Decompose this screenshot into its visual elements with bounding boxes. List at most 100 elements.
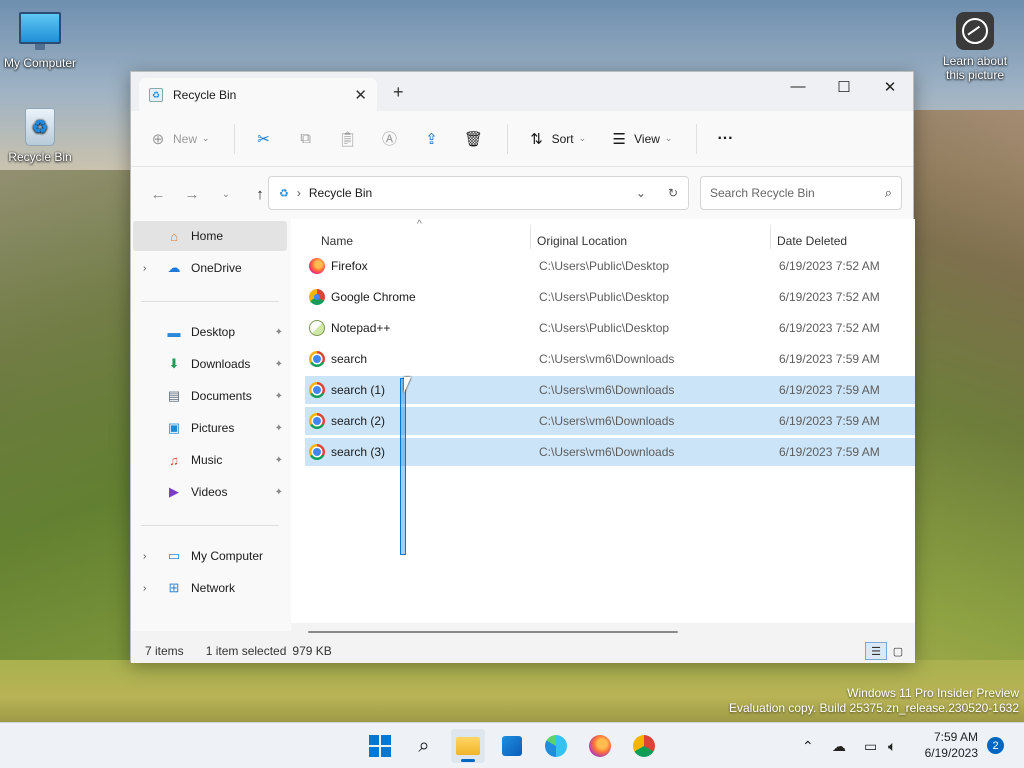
network-monitor-icon: ▭ bbox=[864, 737, 878, 754]
pin-icon[interactable]: ✦ bbox=[275, 327, 283, 338]
desktop-icon-recycle-bin[interactable]: ♻ Recycle Bin bbox=[0, 108, 80, 164]
expand-chevron-icon[interactable]: › bbox=[143, 551, 155, 562]
delete-button[interactable]: 🗑︎ bbox=[464, 130, 483, 148]
list-item[interactable]: Google Chrome C:\Users\Public\Desktop 6/… bbox=[305, 283, 915, 311]
close-tab-icon[interactable]: ✕ bbox=[354, 86, 367, 104]
cut-button[interactable]: ✂ bbox=[255, 130, 273, 148]
item-date: 6/19/2023 7:59 AM bbox=[779, 414, 880, 428]
speaker-icon: 🔈︎ bbox=[888, 737, 897, 754]
recent-locations-chevron-icon[interactable]: ⌄ bbox=[209, 189, 243, 200]
tray-volume[interactable]: 🔈︎ bbox=[888, 723, 896, 768]
sidebar-item-label: Home bbox=[191, 229, 224, 243]
search-button[interactable]: ⌕ bbox=[407, 729, 441, 763]
new-button[interactable]: ⊕ New ⌄ bbox=[149, 130, 210, 148]
column-divider[interactable] bbox=[530, 225, 531, 249]
sidebar-item-downloads[interactable]: ⬇ Downloads ✦ bbox=[133, 349, 287, 379]
tiles-view-icon[interactable]: ▢ bbox=[887, 642, 909, 660]
item-name: search (3) bbox=[331, 445, 386, 459]
desktop-icon-my-computer[interactable]: My Computer bbox=[0, 12, 80, 70]
tab-recycle-bin[interactable]: ♻ Recycle Bin ✕ bbox=[139, 78, 377, 111]
sidebar-item-my-computer[interactable]: › ▭ My Computer bbox=[133, 541, 287, 571]
sidebar-item-network[interactable]: › ⊞ Network bbox=[133, 573, 287, 603]
chevron-down-icon[interactable]: ⌄ bbox=[636, 186, 646, 200]
search-input[interactable]: Search Recycle Bin ⌕ bbox=[700, 176, 902, 210]
item-location: C:\Users\vm6\Downloads bbox=[539, 352, 675, 366]
expand-chevron-icon[interactable]: › bbox=[143, 263, 155, 274]
share-button[interactable]: ⇪ bbox=[423, 130, 441, 148]
sidebar-item-documents[interactable]: ▤ Documents ✦ bbox=[133, 381, 287, 411]
maximize-button[interactable]: ☐ bbox=[821, 72, 867, 101]
file-list: ^ Name Original Location Date Deleted Fi… bbox=[291, 219, 915, 631]
taskbar-firefox[interactable] bbox=[583, 729, 617, 763]
picture-icon: ▣ bbox=[167, 420, 181, 435]
taskbar-clock[interactable]: 7:59 AM 6/19/2023 bbox=[910, 729, 978, 761]
share-icon: ⇪ bbox=[425, 130, 438, 148]
start-button[interactable] bbox=[363, 729, 397, 763]
taskbar-chrome[interactable] bbox=[627, 729, 661, 763]
pin-icon[interactable]: ✦ bbox=[275, 391, 283, 402]
back-arrow-icon[interactable]: ← bbox=[141, 186, 175, 203]
sidebar-item-home[interactable]: ⌂ Home bbox=[133, 221, 287, 251]
sidebar-item-desktop[interactable]: ▬ Desktop ✦ bbox=[133, 317, 287, 347]
list-item-selected[interactable]: search (1) C:\Users\vm6\Downloads 6/19/2… bbox=[305, 376, 915, 404]
list-item[interactable]: search C:\Users\vm6\Downloads 6/19/2023 … bbox=[305, 345, 915, 373]
folder-icon bbox=[456, 737, 480, 755]
minimize-button[interactable]: — bbox=[775, 72, 821, 101]
sidebar-item-label: OneDrive bbox=[191, 261, 242, 275]
item-name: search bbox=[331, 352, 368, 366]
tray-network[interactable]: ▭ bbox=[864, 723, 877, 768]
firefox-icon bbox=[589, 735, 611, 757]
notification-badge[interactable]: 2 bbox=[987, 737, 1004, 754]
view-button[interactable]: ☰ View ⌄ bbox=[610, 130, 672, 148]
column-header-name[interactable]: Name bbox=[321, 234, 353, 248]
list-item[interactable]: Firefox C:\Users\Public\Desktop 6/19/202… bbox=[305, 252, 915, 280]
sidebar-item-label: Pictures bbox=[191, 421, 235, 435]
pin-icon[interactable]: ✦ bbox=[275, 423, 283, 434]
item-date: 6/19/2023 7:59 AM bbox=[779, 445, 880, 459]
chevron-down-icon: ⌄ bbox=[202, 133, 210, 143]
column-header-original-location[interactable]: Original Location bbox=[537, 234, 627, 248]
chrome-shortcut-icon bbox=[309, 289, 325, 305]
more-options-button[interactable]: ··· bbox=[717, 130, 733, 148]
address-bar[interactable]: ♻ › Recycle Bin ⌄ ↻ bbox=[268, 176, 689, 210]
close-button[interactable]: ✕ bbox=[867, 72, 913, 101]
pin-icon[interactable]: ✦ bbox=[275, 359, 283, 370]
breadcrumb[interactable]: Recycle Bin bbox=[309, 186, 372, 200]
sidebar-item-onedrive[interactable]: › ☁ OneDrive bbox=[133, 253, 287, 283]
learn-about-picture[interactable]: Learn about this picture bbox=[935, 12, 1015, 82]
pin-icon[interactable]: ✦ bbox=[275, 455, 283, 466]
item-location: C:\Users\vm6\Downloads bbox=[539, 383, 675, 397]
sidebar-item-label: My Computer bbox=[191, 549, 264, 563]
list-item-selected[interactable]: search (3) C:\Users\vm6\Downloads 6/19/2… bbox=[305, 438, 915, 466]
sort-label: Sort bbox=[551, 131, 574, 146]
clock-time: 7:59 AM bbox=[933, 730, 978, 744]
taskbar-store[interactable] bbox=[495, 729, 529, 763]
new-tab-button[interactable]: + bbox=[393, 82, 404, 103]
expand-chevron-icon[interactable]: › bbox=[143, 583, 155, 594]
item-location: C:\Users\Public\Desktop bbox=[539, 290, 670, 304]
sidebar-item-pictures[interactable]: ▣ Pictures ✦ bbox=[133, 413, 287, 443]
tray-onedrive[interactable]: ☁ bbox=[832, 723, 846, 768]
column-header-date-deleted[interactable]: Date Deleted bbox=[777, 234, 847, 248]
sort-icon: ⇅ bbox=[530, 130, 543, 148]
rename-button[interactable]: Ⓐ bbox=[381, 130, 399, 148]
details-view-icon[interactable]: ☰ bbox=[865, 642, 887, 660]
taskbar-edge[interactable] bbox=[539, 729, 573, 763]
show-hidden-icons[interactable]: ⌃ bbox=[802, 723, 814, 768]
list-item[interactable]: Notepad++ C:\Users\Public\Desktop 6/19/2… bbox=[305, 314, 915, 342]
forward-arrow-icon[interactable]: → bbox=[175, 186, 209, 203]
taskbar-file-explorer[interactable] bbox=[451, 729, 485, 763]
column-divider[interactable] bbox=[770, 225, 771, 249]
sort-button[interactable]: ⇅ Sort ⌄ bbox=[528, 130, 586, 148]
list-item-selected[interactable]: search (2) C:\Users\vm6\Downloads 6/19/2… bbox=[305, 407, 915, 435]
sidebar-item-music[interactable]: ♫ Music ✦ bbox=[133, 445, 287, 475]
refresh-icon[interactable]: ↻ bbox=[668, 186, 678, 200]
copy-button[interactable]: ⧉ bbox=[297, 130, 315, 148]
pin-icon[interactable]: ✦ bbox=[275, 487, 283, 498]
horizontal-scrollbar-thumb[interactable] bbox=[308, 631, 678, 633]
plus-circle-icon: ⊕ bbox=[151, 130, 165, 148]
sidebar-item-videos[interactable]: ▶ Videos ✦ bbox=[133, 477, 287, 507]
paste-button[interactable]: 📋︎ bbox=[338, 130, 357, 148]
wallpaper-hills-right bbox=[904, 110, 1024, 730]
notepad-plus-plus-icon bbox=[309, 320, 325, 336]
